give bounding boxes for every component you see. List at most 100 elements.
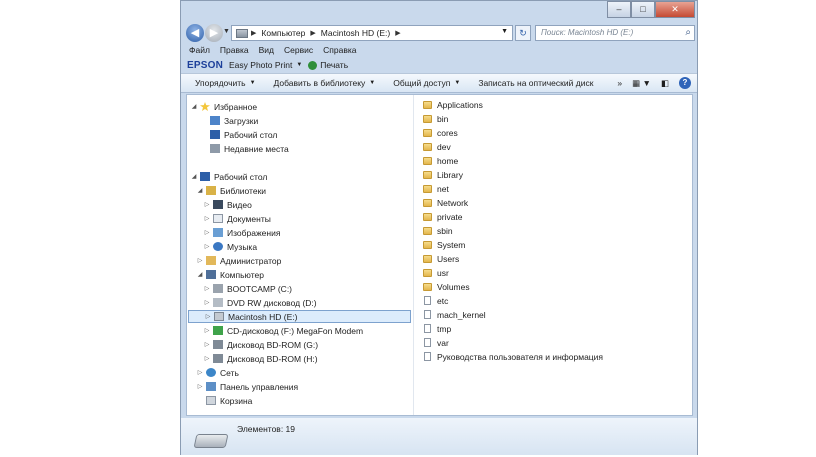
minimize-button[interactable]: – (607, 1, 631, 18)
list-item[interactable]: home (423, 154, 458, 167)
nav-computer[interactable]: ◢ Компьютер (196, 268, 264, 281)
nav-libraries[interactable]: ◢ Библиотеки (196, 184, 266, 197)
breadcrumb-separator-icon[interactable]: ▶ (395, 29, 400, 37)
easy-photo-print-button[interactable]: Easy Photo Print (229, 60, 292, 70)
file-name: usr (437, 267, 449, 278)
maximize-button[interactable]: □ (631, 1, 655, 18)
breadcrumb-separator-icon[interactable]: ▶ (251, 29, 256, 37)
nav-macintosh-hd[interactable]: ▷ Macintosh HD (E:) (188, 310, 411, 323)
list-item[interactable]: Library (423, 168, 463, 181)
menu-file[interactable]: Файл (189, 45, 210, 58)
menu-edit[interactable]: Правка (220, 45, 249, 58)
refresh-icon[interactable]: ↻ (515, 25, 531, 41)
close-button[interactable]: ✕ (655, 1, 695, 18)
nav-control-panel[interactable]: ▷ Панель управления (196, 380, 298, 393)
expand-arrow-icon[interactable]: ▷ (196, 369, 204, 376)
list-item[interactable]: net (423, 182, 449, 195)
list-item[interactable]: usr (423, 266, 449, 279)
nav-bootcamp-drive[interactable]: ▷ BOOTCAMP (C:) (203, 282, 292, 295)
expand-arrow-icon[interactable]: ▷ (204, 313, 212, 320)
add-to-library-button[interactable]: Добавить в библиотеку ▼ (274, 78, 376, 88)
list-item[interactable]: Users (423, 252, 459, 265)
nav-images[interactable]: ▷ Изображения (203, 226, 281, 239)
expand-arrow-icon[interactable]: ▷ (203, 285, 211, 292)
list-item[interactable]: bin (423, 112, 448, 125)
recycle-bin-icon (206, 396, 216, 405)
nav-music[interactable]: ▷ Музыка (203, 240, 257, 253)
breadcrumb-separator-icon[interactable]: ▶ (310, 29, 315, 37)
file-name: mach_kernel (437, 309, 486, 320)
more-commands-button[interactable]: » (617, 78, 622, 88)
chevron-down-icon[interactable]: ▼ (296, 62, 302, 68)
file-name: Network (437, 197, 469, 208)
nav-administrator[interactable]: ▷ Администратор (196, 254, 282, 267)
back-arrow-icon[interactable]: ◀ (186, 24, 204, 42)
search-icon[interactable]: ⌕ (685, 26, 691, 40)
collapse-arrow-icon[interactable]: ◢ (190, 103, 198, 110)
list-item[interactable]: Volumes (423, 280, 470, 293)
drive-icon (213, 284, 223, 293)
address-bar[interactable]: ▶ Компьютер ▶ Macintosh HD (E:) ▶ ▼ (231, 25, 513, 41)
nav-favorites[interactable]: ◢ Избранное (190, 100, 257, 113)
list-item[interactable]: tmp (423, 322, 451, 335)
expand-arrow-icon[interactable]: ▷ (196, 257, 204, 264)
breadcrumb-macintosh-hd[interactable]: Macintosh HD (E:) (321, 28, 390, 38)
nav-label: Документы (227, 213, 271, 224)
command-bar: Упорядочить ▼ Добавить в библиотеку ▼ Общи… (181, 73, 697, 93)
organize-button[interactable]: Упорядочить ▼ (195, 78, 256, 88)
nav-desktop-root[interactable]: ◢ Рабочий стол (190, 170, 268, 183)
nav-desktop[interactable]: Рабочий стол (200, 128, 277, 141)
collapse-arrow-icon[interactable]: ◢ (196, 187, 204, 194)
collapse-arrow-icon[interactable]: ◢ (196, 271, 204, 278)
list-item[interactable]: mach_kernel (423, 308, 486, 321)
address-dropdown-icon[interactable]: ▼ (501, 28, 508, 35)
list-item[interactable]: Applications (423, 98, 483, 111)
list-item[interactable]: Network (423, 196, 468, 209)
list-item[interactable]: Руководства пользователя и информация (423, 350, 603, 363)
expand-arrow-icon[interactable]: ▷ (203, 327, 211, 334)
file-name: sbin (437, 225, 453, 236)
forward-arrow-icon[interactable]: ▶ (205, 24, 223, 42)
nav-documents[interactable]: ▷ Документы (203, 212, 271, 225)
expand-arrow-icon[interactable]: ▷ (196, 383, 204, 390)
list-item[interactable]: var (423, 336, 449, 349)
nav-recycle-bin[interactable]: Корзина (196, 394, 252, 407)
list-item[interactable]: etc (423, 294, 448, 307)
nav-label: BOOTCAMP (C:) (227, 283, 293, 294)
menu-view[interactable]: Вид (259, 45, 274, 58)
nav-video[interactable]: ▷ Видео (203, 198, 252, 211)
nav-bd-rom-g[interactable]: ▷ Дисковод BD-ROM (G:) (203, 338, 318, 351)
expand-arrow-icon[interactable]: ▷ (203, 201, 211, 208)
help-icon[interactable]: ? (679, 77, 691, 89)
print-button[interactable]: Печать (320, 60, 348, 70)
share-button[interactable]: Общий доступ ▼ (393, 78, 460, 88)
nav-downloads[interactable]: Загрузки (200, 114, 258, 127)
search-input[interactable]: Поиск: Macintosh HD (E:) ⌕ (535, 25, 695, 41)
expand-arrow-icon[interactable]: ▷ (203, 341, 211, 348)
collapse-arrow-icon[interactable]: ◢ (190, 173, 198, 180)
breadcrumb-computer[interactable]: Компьютер (261, 28, 305, 38)
nav-bd-rom-h[interactable]: ▷ Дисковод BD-ROM (H:) (203, 352, 318, 365)
list-item[interactable]: private (423, 210, 463, 223)
nav-cd-drive[interactable]: ▷ CD-дисковод (F:) MegaFon Modem (203, 324, 363, 337)
list-item[interactable]: sbin (423, 224, 453, 237)
list-item[interactable]: System (423, 238, 465, 251)
preview-pane-icon[interactable]: ◧ (661, 78, 669, 89)
view-options-icon[interactable]: ▦ ▼ (632, 78, 651, 89)
menu-tools[interactable]: Сервис (284, 45, 313, 58)
list-item[interactable]: cores (423, 126, 458, 139)
expand-arrow-icon[interactable]: ▷ (203, 299, 211, 306)
list-item[interactable]: dev (423, 140, 451, 153)
expand-arrow-icon[interactable]: ▷ (203, 243, 211, 250)
expand-arrow-icon[interactable]: ▷ (203, 215, 211, 222)
burn-button[interactable]: Записать на оптический диск (478, 78, 593, 88)
menu-help[interactable]: Справка (323, 45, 356, 58)
nav-network[interactable]: ▷ Сеть (196, 366, 239, 379)
recent-pages-dropdown-icon[interactable]: ▼ (223, 28, 230, 35)
nav-label: Видео (227, 199, 252, 210)
nav-dvd-drive[interactable]: ▷ DVD RW дисковод (D:) (203, 296, 317, 309)
expand-arrow-icon[interactable]: ▷ (203, 355, 211, 362)
nav-label: Избранное (214, 101, 258, 112)
expand-arrow-icon[interactable]: ▷ (203, 229, 211, 236)
nav-recent-places[interactable]: Недавние места (200, 142, 289, 155)
